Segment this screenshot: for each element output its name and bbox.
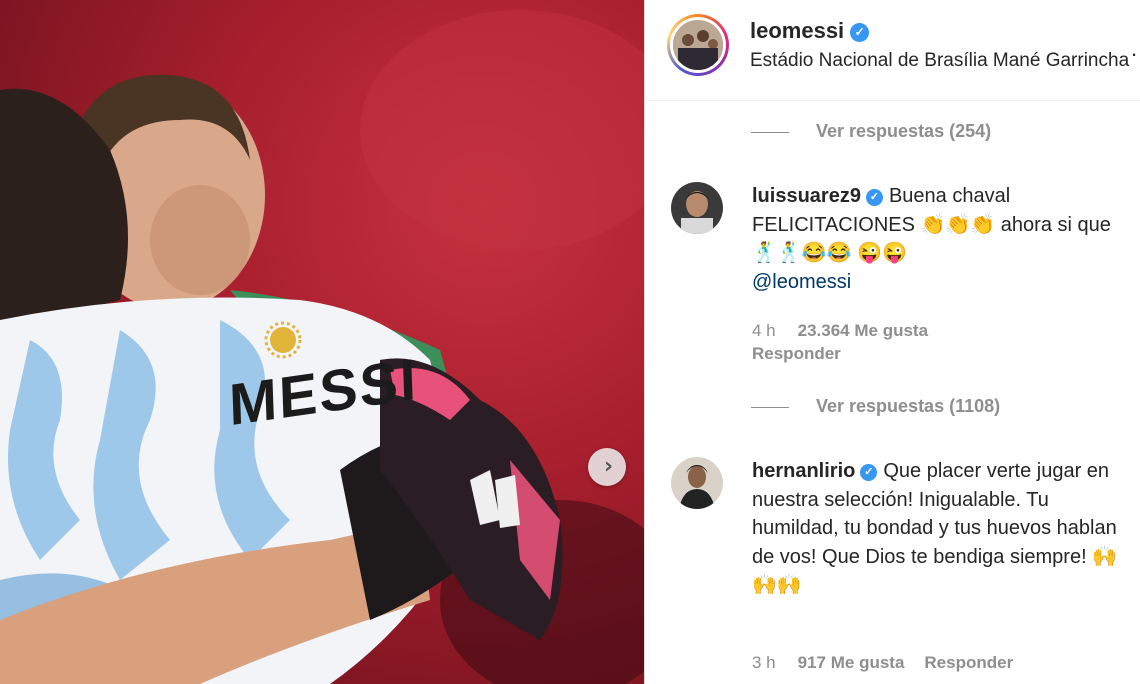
post-username[interactable]: leomessi ✓ — [750, 18, 870, 44]
verified-badge-icon: ✓ — [860, 464, 878, 481]
comments-panel: leomessi ✓ Estádio Nacional de Brasília M… — [644, 0, 1140, 684]
comment-text: luissuarez9 ✓ Buena chaval FELICITACIONES … — [752, 182, 1122, 296]
photo-illustration — [0, 10, 644, 684]
mention-link[interactable]: @leomessi — [752, 271, 851, 293]
replies-divider — [751, 406, 789, 408]
comment-username[interactable]: luissuarez9 — [752, 185, 861, 207]
story-avatar[interactable] — [667, 14, 729, 76]
avatar — [673, 20, 723, 70]
comment-meta: 3 h 917 Me gusta Responder — [752, 651, 1013, 674]
next-image-button[interactable]: › — [588, 448, 626, 486]
post-location[interactable]: Estádio Nacional de Brasília Mané Garrin… — [750, 50, 1129, 72]
verified-badge-icon: ✓ — [850, 23, 870, 42]
reply-button[interactable]: Responder — [752, 344, 841, 363]
post-header: leomessi ✓ Estádio Nacional de Brasília M… — [645, 0, 1140, 101]
chevron-right-icon: › — [603, 454, 614, 479]
comment-likes[interactable]: 917 Me gusta — [798, 653, 905, 672]
comment-text: hernanlirio ✓ Que placer verte jugar en nu… — [752, 457, 1122, 600]
avatar[interactable] — [671, 182, 723, 234]
comment-time[interactable]: 4 h — [752, 321, 776, 340]
more-options-icon[interactable]: ... — [1131, 36, 1140, 62]
comment-time[interactable]: 3 h — [752, 653, 776, 672]
reply-button[interactable]: Responder — [924, 653, 1013, 672]
commenter-avatar-image — [671, 457, 723, 509]
comment-likes[interactable]: 23.364 Me gusta — [798, 321, 928, 340]
comment-meta: 4 h 23.364 Me gusta Responder — [752, 319, 928, 365]
comment-username[interactable]: hernanlirio — [752, 460, 855, 482]
view-replies-button[interactable]: Ver respuestas (254) — [751, 121, 991, 142]
post-photo: MESSI › — [0, 0, 644, 684]
replies-divider — [751, 131, 789, 133]
commenter-avatar-image — [671, 182, 723, 234]
view-replies-button[interactable]: Ver respuestas (1108) — [751, 396, 1000, 417]
avatar-image — [673, 20, 723, 70]
avatar[interactable] — [671, 457, 723, 509]
verified-badge-icon: ✓ — [865, 189, 883, 206]
